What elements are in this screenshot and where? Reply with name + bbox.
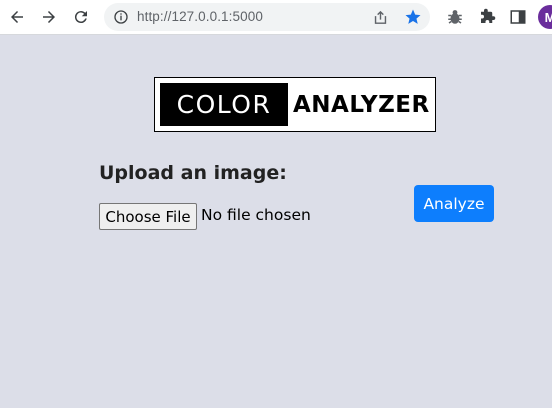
profile-avatar[interactable]: M — [538, 5, 552, 29]
choose-file-button[interactable]: Choose File — [99, 203, 197, 230]
back-arrow-icon — [11, 11, 23, 23]
share-icon[interactable] — [372, 9, 389, 26]
url-text[interactable]: http://127.0.0.1:5000 — [137, 9, 263, 24]
back-button[interactable] — [5, 5, 29, 29]
browser-toolbar: http://127.0.0.1:5000 M — [0, 0, 552, 35]
reload-icon — [74, 11, 87, 24]
star-icon[interactable] — [404, 8, 422, 26]
upload-label: Upload an image: — [99, 162, 287, 184]
forward-arrow-icon — [43, 11, 55, 23]
reload-button[interactable] — [69, 5, 93, 29]
file-status-text: No file chosen — [201, 206, 311, 224]
page-content: COLOR ANALYZER Upload an image: Choose F… — [0, 35, 552, 408]
info-icon[interactable] — [113, 9, 129, 25]
logo-part-analyzer: ANALYZER — [293, 91, 430, 118]
bug-icon[interactable] — [446, 8, 464, 26]
forward-button[interactable] — [37, 5, 61, 29]
side-panel-icon[interactable] — [509, 8, 527, 26]
puzzle-icon[interactable] — [478, 8, 496, 26]
logo-part-color: COLOR — [160, 83, 288, 126]
analyze-button[interactable]: Analyze — [414, 185, 494, 222]
app-logo: COLOR ANALYZER — [154, 77, 436, 132]
address-bar[interactable]: http://127.0.0.1:5000 — [104, 3, 430, 31]
